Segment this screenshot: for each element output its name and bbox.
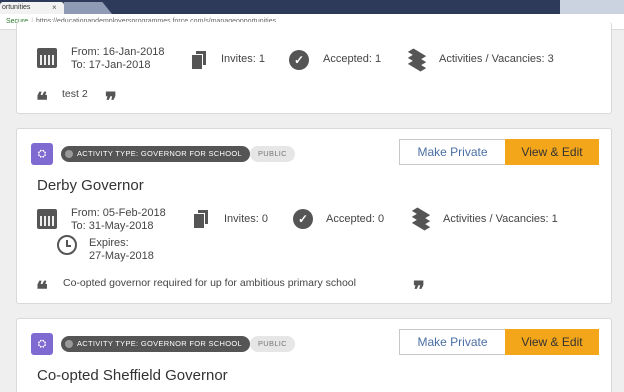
close-tab-icon[interactable]: × xyxy=(52,2,57,14)
accepted-count: Accepted: 0 xyxy=(326,213,385,225)
layers-icon xyxy=(410,207,432,231)
activity-type-badge: ACTIVITY TYPE: GOVERNOR FOR SCHOOL xyxy=(61,146,250,162)
view-edit-button[interactable]: View & Edit xyxy=(505,329,599,355)
make-private-button[interactable]: Make Private xyxy=(399,329,505,355)
browser-tab[interactable]: ortunities × xyxy=(0,2,64,14)
clock-icon xyxy=(57,235,77,255)
date-range: From: 16-Jan-2018 To: 17-Jan-2018 xyxy=(71,46,165,72)
opportunity-title[interactable]: Co-opted Sheffield Governor xyxy=(37,367,228,384)
browser-tab-bar: ortunities × xyxy=(0,0,624,14)
expiry: Expires: 27-May-2018 xyxy=(89,237,154,263)
invites-icon xyxy=(189,50,211,72)
activities-vacancies-count: Activities / Vacancies: 1 xyxy=(443,213,558,225)
quote-open-icon: ❝ xyxy=(36,88,48,114)
to-date: To: 31-May-2018 xyxy=(71,220,154,232)
view-edit-button[interactable]: View & Edit xyxy=(505,139,599,165)
accepted-check-icon: ✓ xyxy=(293,209,313,229)
calendar-icon xyxy=(37,48,57,68)
activity-type-icon: ⛭ xyxy=(31,333,53,355)
activity-type-label: ACTIVITY TYPE: GOVERNOR FOR SCHOOL xyxy=(77,149,242,158)
quote-close-icon: ❞ xyxy=(413,277,425,303)
browser-tab-title: ortunities xyxy=(2,4,31,11)
calendar-icon xyxy=(37,209,57,229)
quote-close-icon: ❞ xyxy=(105,88,117,114)
opportunity-card: ⛭ ACTIVITY TYPE: GOVERNOR FOR SCHOOL PUB… xyxy=(16,318,612,392)
from-date: From: 05-Feb-2018 xyxy=(71,207,166,219)
activity-type-icon: ⛭ xyxy=(31,143,53,165)
badge-dot-icon xyxy=(65,150,73,158)
expires-label: Expires: xyxy=(89,237,129,249)
invites-count: Invites: 1 xyxy=(221,53,266,65)
opportunity-description: Co-opted governor required for up for am… xyxy=(63,277,356,289)
accepted-count: Accepted: 1 xyxy=(323,53,382,65)
from-date: From: 16-Jan-2018 xyxy=(71,46,165,58)
quote-open-icon: ❝ xyxy=(36,277,48,303)
expires-date: 27-May-2018 xyxy=(89,250,154,262)
date-range: From: 05-Feb-2018 To: 31-May-2018 xyxy=(71,207,166,233)
activity-type-badge: ACTIVITY TYPE: GOVERNOR FOR SCHOOL xyxy=(61,336,250,352)
invites-count: Invites: 0 xyxy=(224,213,269,225)
accepted-check-icon: ✓ xyxy=(289,50,309,70)
new-tab-button[interactable] xyxy=(64,2,112,14)
to-date: To: 17-Jan-2018 xyxy=(71,59,151,71)
window-controls-area xyxy=(560,0,624,14)
visibility-badge: PUBLIC xyxy=(250,336,295,352)
make-private-button[interactable]: Make Private xyxy=(399,139,505,165)
activities-vacancies-count: Activities / Vacancies: 3 xyxy=(439,53,554,65)
opportunity-card: ⛭ ACTIVITY TYPE: GOVERNOR FOR SCHOOL PUB… xyxy=(16,128,612,304)
layers-icon xyxy=(406,48,428,72)
activity-type-label: ACTIVITY TYPE: GOVERNOR FOR SCHOOL xyxy=(77,339,242,348)
opportunity-title[interactable]: Derby Governor xyxy=(37,177,144,194)
invites-icon xyxy=(191,209,213,231)
badge-dot-icon xyxy=(65,340,73,348)
opportunity-description: test 2 xyxy=(62,88,88,100)
opportunity-card: From: 16-Jan-2018 To: 17-Jan-2018 Invite… xyxy=(16,22,612,114)
visibility-badge: PUBLIC xyxy=(250,146,295,162)
